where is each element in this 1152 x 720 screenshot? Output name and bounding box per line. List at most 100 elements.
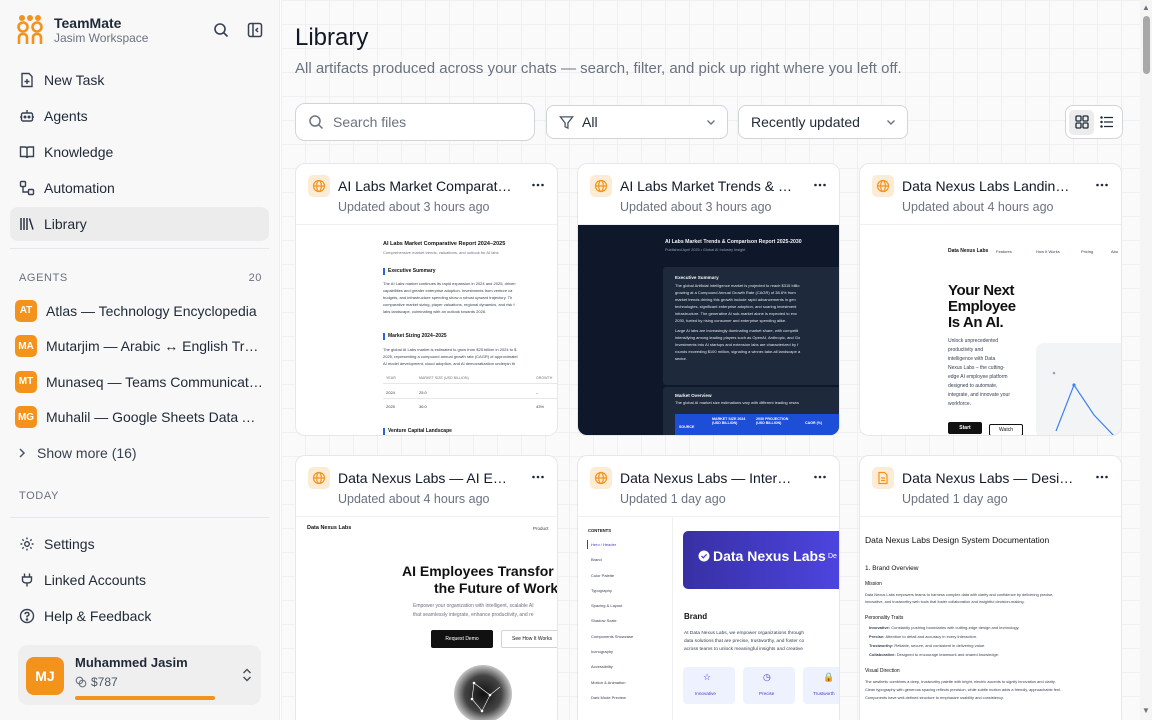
more-options-icon[interactable] bbox=[531, 178, 545, 197]
scroll-thumb[interactable] bbox=[1143, 16, 1150, 74]
nav-help-feedback[interactable]: Help & Feedback bbox=[10, 599, 269, 633]
nav-library[interactable]: Library bbox=[10, 207, 269, 241]
agent-item-atlas[interactable]: AT Atlas — Technology Encyclopedia bbox=[10, 293, 269, 329]
trait-item: Trustworthy: Reliable, secure, and consi… bbox=[869, 643, 985, 648]
trait-text: Reliable, secure, and consistent in deli… bbox=[893, 643, 986, 648]
brand[interactable]: TeamMate Jasim Workspace bbox=[16, 14, 148, 46]
preview-cta: Request Demo bbox=[431, 630, 493, 648]
agents-count: 20 bbox=[248, 272, 262, 284]
more-options-icon[interactable] bbox=[531, 470, 545, 489]
globe-icon bbox=[590, 175, 612, 197]
globe-icon bbox=[872, 175, 894, 197]
user-card[interactable]: MJ Muhammed Jasim $787 bbox=[18, 645, 261, 705]
sort-select[interactable]: Recently updated bbox=[738, 105, 908, 139]
search-box[interactable] bbox=[295, 103, 535, 141]
agents-section-title: AGENTS bbox=[19, 272, 68, 284]
more-options-icon[interactable] bbox=[813, 178, 827, 197]
toc-item: Brand bbox=[591, 557, 602, 562]
search-input[interactable] bbox=[333, 114, 513, 130]
preview-line: Components have well-defined structure t… bbox=[865, 695, 1004, 700]
preview-line: comparative market sizing, player valuat… bbox=[383, 302, 515, 307]
chevron-down-icon bbox=[707, 120, 715, 125]
chevron-down-icon bbox=[887, 120, 895, 125]
chevron-right-icon bbox=[19, 448, 26, 458]
nav-label: Knowledge bbox=[44, 144, 114, 160]
preview-chart-card bbox=[1036, 343, 1121, 435]
nav-label: Linked Accounts bbox=[44, 572, 146, 588]
nav-knowledge[interactable]: Knowledge bbox=[10, 135, 269, 169]
type-filter-value: All bbox=[582, 114, 598, 130]
search-icon[interactable] bbox=[211, 20, 231, 40]
nav-settings[interactable]: Settings bbox=[10, 527, 269, 561]
artifact-card[interactable]: AI Labs Market Trends & Comparison Repor… bbox=[577, 163, 840, 436]
preview-line: market trends driving this growth includ… bbox=[675, 297, 796, 302]
preview-line: Data Nexus Labs empowers teams to harnes… bbox=[865, 592, 1054, 597]
chevron-up-down-icon[interactable] bbox=[241, 667, 253, 683]
avatar: MJ bbox=[26, 657, 64, 695]
agent-avatar: MA bbox=[15, 335, 37, 358]
table-cell: 2025 bbox=[386, 404, 395, 409]
scroll-up-arrow-icon[interactable]: ▲ bbox=[1142, 3, 1150, 12]
collapse-sidebar-icon[interactable] bbox=[245, 20, 265, 40]
gear-icon bbox=[20, 537, 34, 551]
type-filter-select[interactable]: All bbox=[546, 105, 728, 139]
list-view-icon[interactable] bbox=[1094, 110, 1119, 135]
preview-logo: Data Nexus Labs bbox=[307, 525, 352, 531]
credit-amount: $787 bbox=[91, 675, 118, 689]
preview-link: Features bbox=[996, 249, 1012, 254]
card-updated: Updated about 4 hours ago bbox=[902, 200, 1054, 214]
preview-headline: AI Employees Transfor bbox=[402, 563, 554, 579]
preview-line: intensifying among leading players such … bbox=[675, 335, 801, 340]
agent-item-muhalil[interactable]: MG Muhalil — Google Sheets Data Analyst bbox=[10, 400, 269, 436]
agent-list: AT Atlas — Technology Encyclopedia MA Mu… bbox=[10, 293, 269, 471]
artifact-card[interactable]: Data Nexus Labs — Design System Document… bbox=[859, 455, 1122, 720]
toc-item: Typography bbox=[591, 588, 612, 593]
coins-icon bbox=[75, 676, 87, 688]
bottom-nav: Settings Linked Accounts Help & Feedback bbox=[10, 527, 269, 635]
toc-item: Hero / Header bbox=[591, 542, 617, 547]
trait-name: Collaborative: bbox=[869, 652, 896, 657]
artifact-card[interactable]: Data Nexus Labs — Interactive Design Sys… bbox=[577, 455, 840, 720]
globe-icon bbox=[590, 467, 612, 489]
preview-hero-title: Data Nexus Labs bbox=[713, 548, 826, 564]
nav-agents[interactable]: Agents bbox=[10, 99, 269, 133]
preview-heading: 1. Brand Overview bbox=[865, 565, 919, 572]
preview-subheading: Visual Direction bbox=[865, 668, 900, 674]
artifact-card[interactable]: AI Labs Market Comparative Report 2024–2… bbox=[295, 163, 558, 436]
agent-item-mutarjim[interactable]: MA Mutarjim — Arabic ↔ English Translato… bbox=[10, 329, 269, 365]
more-options-icon[interactable] bbox=[1095, 470, 1109, 489]
artifact-card[interactable]: Data Nexus Labs Landing Page Updated abo… bbox=[859, 163, 1122, 436]
toc-item: Motion & Animation bbox=[591, 680, 626, 685]
scrollbar[interactable]: ▲ ▼ bbox=[1140, 0, 1152, 720]
preview-title: AI Labs Market Comparative Report 2024–2… bbox=[383, 241, 506, 247]
scroll-down-arrow-icon[interactable]: ▼ bbox=[1142, 706, 1150, 715]
preview-headline: Is An AI. bbox=[948, 314, 1004, 331]
show-more-agents[interactable]: Show more (16) bbox=[10, 435, 269, 471]
toc-item: Components Showcase bbox=[591, 634, 634, 639]
table-header: SOURCE bbox=[679, 425, 695, 429]
more-options-icon[interactable] bbox=[813, 470, 827, 489]
divider bbox=[10, 248, 269, 249]
help-icon bbox=[19, 608, 35, 624]
preview-line: data solutions that are precise, trustwo… bbox=[684, 639, 805, 644]
preview-link: Product bbox=[533, 526, 549, 531]
nav-linked-accounts[interactable]: Linked Accounts bbox=[10, 563, 269, 597]
preview-cta: See How It Works bbox=[501, 630, 557, 648]
card-title: Data Nexus Labs — Design System Document… bbox=[902, 470, 1077, 486]
preview-line: across teams to unlock meaningful insigh… bbox=[684, 647, 803, 652]
table-cell: – bbox=[536, 390, 539, 395]
preview-line: productivity and bbox=[948, 347, 984, 353]
preview-subheading: Personality Traits bbox=[865, 615, 904, 621]
more-options-icon[interactable] bbox=[1095, 178, 1109, 197]
nav-new-task[interactable]: New Task bbox=[10, 63, 269, 97]
preview-headline: Employee bbox=[948, 298, 1016, 315]
agent-avatar: MT bbox=[15, 370, 37, 393]
user-name: Muhammed Jasim bbox=[75, 655, 188, 670]
search-icon bbox=[309, 115, 324, 130]
app-name: TeamMate bbox=[54, 14, 122, 31]
robot-icon bbox=[20, 110, 34, 122]
artifact-card[interactable]: Data Nexus Labs — AI Employees Updated a… bbox=[295, 455, 558, 720]
grid-view-icon[interactable] bbox=[1069, 109, 1094, 135]
nav-automation[interactable]: Automation bbox=[10, 171, 269, 205]
agent-item-munaseq[interactable]: MT Munaseq — Teams Communication bbox=[10, 364, 269, 400]
